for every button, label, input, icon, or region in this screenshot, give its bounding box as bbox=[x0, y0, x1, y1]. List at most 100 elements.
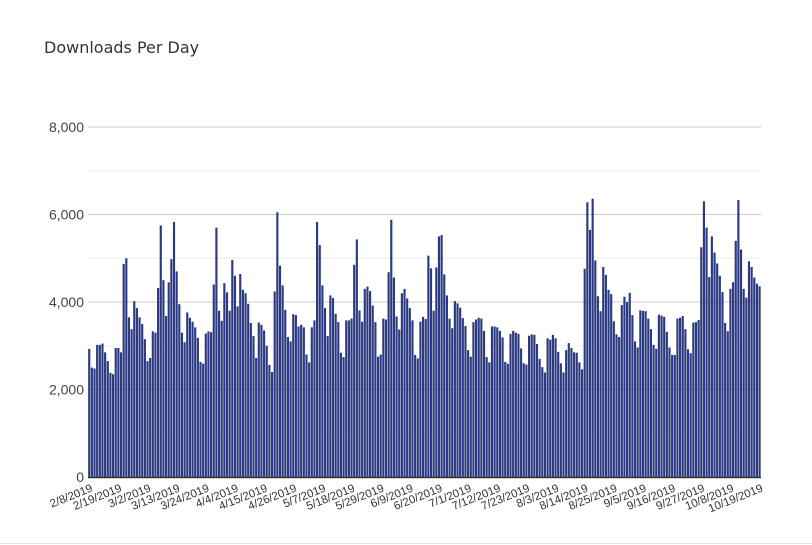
bar[interactable] bbox=[647, 318, 650, 477]
bar[interactable] bbox=[323, 308, 327, 477]
bar[interactable] bbox=[178, 304, 181, 477]
bar[interactable] bbox=[660, 315, 663, 477]
bar[interactable] bbox=[588, 229, 592, 477]
bar[interactable] bbox=[615, 334, 618, 477]
bar[interactable] bbox=[607, 289, 610, 477]
bar[interactable] bbox=[167, 282, 170, 477]
bar[interactable] bbox=[708, 277, 711, 477]
bar[interactable] bbox=[265, 345, 268, 477]
bar[interactable] bbox=[557, 351, 560, 477]
bar[interactable] bbox=[700, 247, 703, 477]
bar[interactable] bbox=[525, 364, 528, 477]
bar[interactable] bbox=[692, 322, 695, 477]
bar[interactable] bbox=[276, 212, 279, 477]
bar[interactable] bbox=[477, 317, 480, 477]
bar[interactable] bbox=[117, 347, 120, 477]
bar[interactable] bbox=[260, 324, 263, 477]
bar[interactable] bbox=[747, 261, 751, 477]
bar[interactable] bbox=[535, 344, 539, 477]
bar[interactable] bbox=[133, 301, 136, 477]
bar[interactable] bbox=[268, 365, 271, 477]
bar[interactable] bbox=[649, 329, 653, 477]
bar[interactable] bbox=[527, 335, 531, 477]
bar[interactable] bbox=[318, 245, 321, 477]
bar[interactable] bbox=[618, 337, 621, 477]
bar[interactable] bbox=[308, 362, 311, 477]
bar[interactable] bbox=[459, 307, 462, 477]
bar[interactable] bbox=[676, 318, 679, 477]
bar[interactable] bbox=[353, 264, 356, 477]
bar[interactable] bbox=[419, 321, 422, 477]
bar[interactable] bbox=[300, 324, 303, 477]
bar[interactable] bbox=[554, 338, 557, 477]
bar[interactable] bbox=[106, 361, 109, 477]
bar[interactable] bbox=[217, 310, 221, 477]
bar[interactable] bbox=[559, 363, 562, 477]
bar[interactable] bbox=[149, 358, 152, 477]
bar[interactable] bbox=[355, 239, 358, 477]
bar[interactable] bbox=[408, 308, 411, 477]
bar[interactable] bbox=[520, 348, 523, 477]
bar[interactable] bbox=[663, 316, 666, 477]
bar[interactable] bbox=[575, 352, 578, 477]
bar[interactable] bbox=[681, 316, 684, 477]
bar[interactable] bbox=[204, 333, 207, 478]
bar[interactable] bbox=[231, 260, 234, 477]
bar[interactable] bbox=[435, 267, 438, 477]
bar[interactable] bbox=[321, 285, 324, 477]
bar[interactable] bbox=[96, 344, 99, 477]
bar[interactable] bbox=[578, 362, 581, 477]
bar[interactable] bbox=[358, 310, 361, 477]
bar[interactable] bbox=[461, 318, 464, 477]
bar[interactable] bbox=[278, 265, 282, 477]
bar[interactable] bbox=[549, 339, 552, 477]
bar[interactable] bbox=[604, 274, 607, 477]
bar[interactable] bbox=[631, 315, 634, 477]
bar[interactable] bbox=[151, 331, 154, 477]
bar[interactable] bbox=[316, 221, 319, 477]
bar[interactable] bbox=[445, 295, 448, 477]
bar[interactable] bbox=[236, 306, 239, 477]
bar[interactable] bbox=[427, 255, 430, 477]
bar[interactable] bbox=[562, 372, 565, 477]
bar[interactable] bbox=[326, 336, 329, 477]
bar[interactable] bbox=[448, 318, 451, 477]
bar[interactable] bbox=[490, 326, 494, 478]
bar[interactable] bbox=[374, 322, 377, 477]
bar[interactable] bbox=[586, 202, 589, 477]
bar[interactable] bbox=[710, 236, 713, 477]
bar[interactable] bbox=[297, 326, 300, 478]
bar[interactable] bbox=[210, 332, 213, 477]
bar[interactable] bbox=[225, 292, 229, 477]
bar[interactable] bbox=[172, 221, 176, 477]
bar[interactable] bbox=[342, 357, 345, 477]
bar[interactable] bbox=[570, 347, 573, 477]
bar[interactable] bbox=[191, 321, 194, 477]
bar[interactable] bbox=[244, 293, 247, 477]
bar[interactable] bbox=[456, 303, 459, 477]
bar[interactable] bbox=[292, 314, 295, 477]
bar[interactable] bbox=[512, 330, 515, 477]
bar[interactable] bbox=[390, 219, 393, 477]
bar[interactable] bbox=[180, 332, 184, 477]
bar[interactable] bbox=[633, 341, 637, 477]
bar[interactable] bbox=[686, 349, 690, 477]
bar[interactable] bbox=[379, 354, 382, 478]
bar[interactable] bbox=[119, 352, 123, 477]
bar[interactable] bbox=[252, 336, 255, 477]
bar[interactable] bbox=[474, 319, 478, 478]
bar[interactable] bbox=[382, 318, 385, 477]
bar[interactable] bbox=[263, 330, 266, 477]
bar[interactable] bbox=[721, 291, 724, 477]
bar[interactable] bbox=[610, 294, 613, 477]
bar[interactable] bbox=[594, 260, 597, 477]
bar[interactable] bbox=[488, 362, 491, 477]
bar[interactable] bbox=[395, 316, 398, 477]
bar[interactable] bbox=[665, 331, 668, 477]
bar[interactable] bbox=[294, 315, 297, 477]
bar[interactable] bbox=[233, 275, 237, 477]
bar[interactable] bbox=[366, 286, 369, 477]
bar[interactable] bbox=[127, 317, 131, 477]
bar[interactable] bbox=[416, 358, 419, 477]
bar[interactable] bbox=[750, 267, 753, 477]
